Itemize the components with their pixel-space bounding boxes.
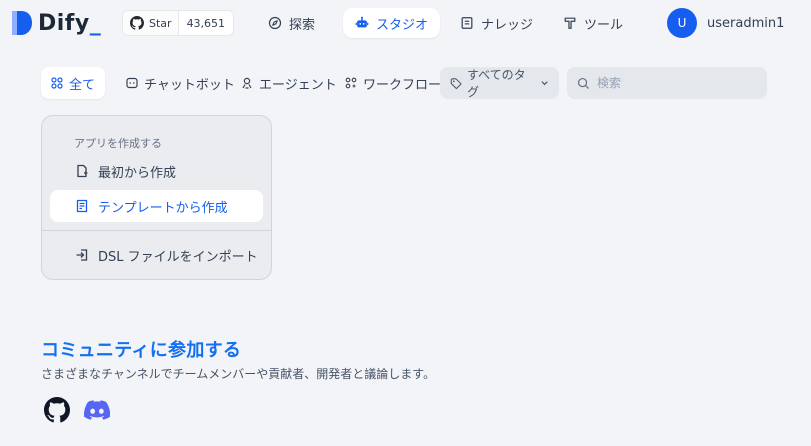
nav-studio-label: スタジオ [376,17,429,33]
tag-icon [450,77,462,89]
avatar: U [667,8,697,38]
workflow-icon [345,77,357,89]
template-icon [76,199,88,213]
import-dsl-label: DSL ファイルをインポート [98,249,258,265]
create-from-blank-label: 最初から作成 [98,165,177,181]
book-icon [461,17,473,29]
discord-icon[interactable] [84,398,110,422]
tab-workflow[interactable]: ワークフロー [335,67,451,99]
tab-agent[interactable]: エージェント [231,67,347,99]
card-divider [42,230,271,231]
community-title: コミュニティに参加する [41,340,242,361]
github-icon [130,16,144,30]
import-icon [76,249,88,261]
tab-all-label: 全て [69,77,96,93]
file-plus-icon [77,164,88,178]
chevron-down-icon [541,81,548,86]
tag-filter-select[interactable]: すべてのタグ [440,67,559,99]
user-menu[interactable]: U useradmin1 [667,8,784,38]
tab-agent-label: エージェント [259,77,337,93]
search-box[interactable] [567,67,767,99]
create-from-template-label: テンプレートから作成 [98,200,228,216]
logo-text: Dify [38,10,90,36]
github-star-button[interactable]: Star 43,651 [122,10,234,36]
github-icon[interactable] [44,397,70,423]
create-app-card: アプリを作成する 最初から作成 テンプレートから作成 DSL ファイルをインポー… [41,115,272,280]
grid-icon [51,77,63,89]
tab-all[interactable]: 全て [41,67,106,99]
nav-knowledge[interactable]: ナレッジ [450,8,543,38]
nav-explore-label: 探索 [289,17,316,33]
nav-explore[interactable]: 探索 [258,8,325,38]
robot-icon [355,16,369,28]
compass-icon [268,16,282,30]
tab-chatbot-label: チャットボット [144,77,235,93]
search-input[interactable] [597,76,757,90]
dify-logo[interactable]: Dify _ [10,9,101,37]
agent-icon [242,77,252,89]
hammer-icon [564,17,576,29]
tab-workflow-label: ワークフロー [363,77,442,93]
nav-knowledge-label: ナレッジ [481,17,534,33]
nav-studio[interactable]: スタジオ [343,8,441,38]
chat-icon [126,77,138,89]
tag-filter-label: すべてのタグ [466,68,526,99]
community-description: さまざまなチャンネルでチームメンバーや貢献者、開発者と議論します。 [41,367,436,381]
github-star-label: Star [149,16,172,30]
top-bar: Dify _ Star 43,651 探索 スタジオ ナレッジ ツール U us… [0,0,811,48]
dify-logo-icon [12,11,32,35]
create-from-template-button[interactable]: テンプレートから作成 [50,190,263,222]
nav-tools-label: ツール [584,17,624,33]
github-star-count: 43,651 [177,11,233,35]
tab-chatbot[interactable]: チャットボット [116,67,245,99]
create-from-blank-button[interactable]: 最初から作成 [50,155,263,187]
nav-tools[interactable]: ツール [553,8,633,38]
import-dsl-button[interactable]: DSL ファイルをインポート [50,239,263,271]
create-app-heading: アプリを作成する [74,137,162,150]
search-icon [577,77,590,89]
logo-underscore: _ [89,10,101,36]
username: useradmin1 [707,15,785,31]
